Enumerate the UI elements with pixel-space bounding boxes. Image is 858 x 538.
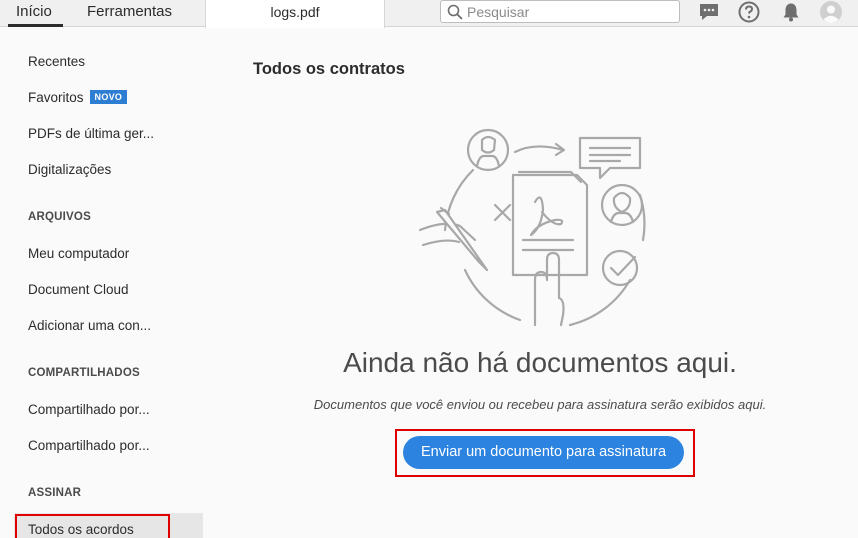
highlight-box-button — [395, 429, 695, 477]
help-icon[interactable] — [737, 0, 761, 24]
sidebar-item-pdfs-ultima-geracao[interactable]: PDFs de última ger... — [28, 126, 154, 141]
highlight-box-sidebar — [15, 514, 170, 538]
sidebar-item-recentes[interactable]: Recentes — [28, 54, 85, 69]
active-tab-indicator — [8, 24, 63, 27]
sidebar-item-adicionar-conta[interactable]: Adicionar uma con... — [28, 318, 151, 333]
sidebar-item-compartilhado-por-1[interactable]: Compartilhado por... — [28, 402, 150, 417]
new-badge: NOVO — [89, 90, 128, 104]
sidebar-item-meu-computador[interactable]: Meu computador — [28, 246, 129, 261]
empty-state-title: Ainda não há documentos aqui. — [343, 347, 737, 378]
sidebar-item-favoritos[interactable]: Favoritos NOVO — [28, 90, 128, 105]
search-icon — [447, 4, 463, 20]
section-heading-arquivos: ARQUIVOS — [28, 211, 91, 223]
empty-state-description: Documentos que você enviou ou recebeu pa… — [313, 397, 767, 412]
tab-ferramentas[interactable]: Ferramentas — [87, 0, 172, 27]
search-input[interactable] — [467, 2, 672, 21]
page-title: Todos os contratos — [253, 60, 405, 78]
chat-icon[interactable] — [697, 0, 721, 24]
sidebar-item-compartilhado-por-2[interactable]: Compartilhado por... — [28, 438, 150, 453]
search-box[interactable] — [440, 0, 680, 23]
sidebar: Recentes Favoritos NOVO PDFs de última ge… — [0, 28, 212, 538]
document-tab[interactable]: logs.pdf — [205, 0, 385, 28]
section-heading-compartilhados: COMPARTILHADOS — [28, 367, 140, 379]
signature-illustration-icon — [418, 128, 646, 327]
sidebar-item-label: Favoritos — [28, 90, 84, 105]
section-heading-assinar: ASSINAR — [28, 487, 82, 499]
top-bar: Início Ferramentas logs.pdf — [0, 0, 858, 28]
user-avatar-icon[interactable] — [819, 0, 843, 24]
sidebar-item-digitalizacoes[interactable]: Digitalizações — [28, 162, 111, 177]
bell-icon[interactable] — [779, 0, 803, 24]
tab-inicio[interactable]: Início — [16, 0, 52, 27]
sidebar-item-document-cloud[interactable]: Document Cloud — [28, 282, 129, 297]
